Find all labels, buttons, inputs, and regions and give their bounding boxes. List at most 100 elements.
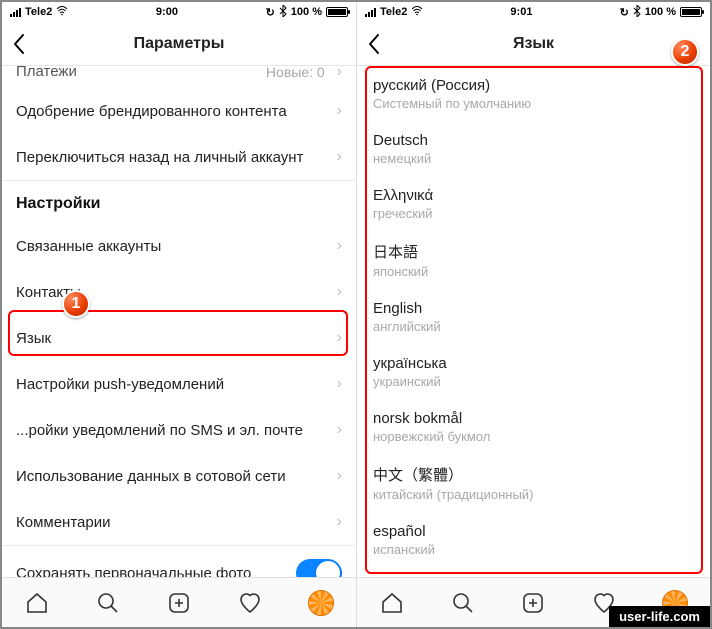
signal-icon	[10, 7, 21, 17]
tab-search[interactable]	[450, 590, 476, 616]
chevron-right-icon: ›	[337, 283, 342, 301]
row-label: Сохранять первоначальные фото	[16, 565, 251, 578]
row-original-photos[interactable]: Сохранять первоначальные фото	[2, 545, 356, 577]
chevron-right-icon: ›	[337, 102, 342, 120]
battery-text: 100 %	[291, 6, 322, 18]
language-primary: Ελληνικά	[373, 187, 694, 204]
row-label: Платежи	[16, 66, 77, 80]
signal-icon	[365, 7, 376, 17]
status-bar: Tele2 9:00 ↻ 100 %	[2, 2, 356, 22]
tab-profile[interactable]	[308, 590, 334, 616]
language-option-greek[interactable]: Ελληνικά греческий	[357, 176, 710, 231]
back-button[interactable]	[12, 22, 26, 65]
language-primary: 中文（繁體）	[373, 464, 694, 485]
language-primary: English	[373, 300, 694, 317]
tab-new-post[interactable]	[520, 590, 546, 616]
row-label: Язык	[16, 330, 51, 347]
tab-home[interactable]	[24, 590, 50, 616]
language-secondary: английский	[373, 319, 694, 334]
language-option-chinese-traditional[interactable]: 中文（繁體） китайский (традиционный)	[357, 454, 710, 512]
language-primary: 日本語	[373, 241, 694, 262]
row-sms-email-notifications[interactable]: ...ройки уведомлений по SMS и эл. почте …	[2, 407, 356, 453]
tab-activity[interactable]	[237, 590, 263, 616]
language-secondary: Системный по умолчанию	[373, 96, 694, 111]
chevron-right-icon: ›	[337, 421, 342, 439]
battery-icon	[680, 7, 702, 17]
page-title: Параметры	[134, 35, 225, 53]
language-primary: norsk bokmål	[373, 410, 694, 427]
tab-bar	[2, 577, 356, 627]
status-time: 9:00	[156, 6, 178, 18]
language-option-norsk[interactable]: norsk bokmål норвежский букмол	[357, 399, 710, 454]
language-option-ukrainian[interactable]: українська украинский	[357, 344, 710, 399]
language-list[interactable]: русский (Россия) Системный по умолчанию …	[357, 66, 710, 577]
wifi-icon	[411, 6, 423, 19]
language-secondary: китайский (традиционный)	[373, 487, 694, 502]
chevron-right-icon: ›	[337, 513, 342, 531]
row-contacts[interactable]: Контакты ›	[2, 269, 356, 315]
chevron-right-icon: ›	[337, 329, 342, 347]
language-secondary: греческий	[373, 206, 694, 221]
language-primary: українська	[373, 355, 694, 372]
phone-right-languages: Tele2 9:01 ↻ 100 % Язык русский (Россия)…	[356, 2, 710, 627]
row-comments[interactable]: Комментарии ›	[2, 499, 356, 545]
battery-text: 100 %	[645, 6, 676, 18]
language-secondary: японский	[373, 264, 694, 279]
wifi-icon	[56, 6, 68, 19]
row-label: Одобрение брендированного контента	[16, 103, 287, 120]
row-linked-accounts[interactable]: Связанные аккаунты ›	[2, 223, 356, 269]
carrier-label: Tele2	[25, 6, 52, 18]
row-meta: Новые: 0	[266, 66, 325, 80]
row-label: Использование данных в сотовой сети	[16, 468, 286, 485]
nav-bar: Язык	[357, 22, 710, 66]
language-primary: español	[373, 523, 694, 540]
orientation-lock-icon: ↻	[620, 6, 629, 19]
annotation-badge-1: 1	[62, 290, 90, 318]
bluetooth-icon	[279, 5, 287, 20]
row-label: Настройки push-уведомлений	[16, 376, 224, 393]
bluetooth-icon	[633, 5, 641, 20]
carrier-label: Tele2	[380, 6, 407, 18]
language-option-japanese[interactable]: 日本語 японский	[357, 231, 710, 289]
back-button[interactable]	[367, 22, 381, 65]
row-language[interactable]: Язык ›	[2, 315, 356, 361]
chevron-right-icon: ›	[337, 237, 342, 255]
language-secondary: испанский	[373, 542, 694, 557]
phone-left-settings: Tele2 9:00 ↻ 100 % Параметры Платежи Нов…	[2, 2, 356, 627]
row-label: Связанные аккаунты	[16, 238, 161, 255]
language-option-spanish[interactable]: español испанский	[357, 512, 710, 567]
language-option-russian[interactable]: русский (Россия) Системный по умолчанию	[357, 66, 710, 121]
row-cellular-data[interactable]: Использование данных в сотовой сети ›	[2, 453, 356, 499]
watermark: user-life.com	[609, 606, 710, 627]
row-branded-content[interactable]: Одобрение брендированного контента ›	[2, 88, 356, 134]
status-time: 9:01	[510, 6, 532, 18]
annotation-badge-2: 2	[671, 38, 699, 66]
tab-new-post[interactable]	[166, 590, 192, 616]
row-push-notifications[interactable]: Настройки push-уведомлений ›	[2, 361, 356, 407]
row-label: ...ройки уведомлений по SMS и эл. почте	[16, 422, 303, 439]
chevron-right-icon: ›	[337, 467, 342, 485]
page-title: Язык	[513, 35, 554, 53]
language-option-deutsch[interactable]: Deutsch немецкий	[357, 121, 710, 176]
chevron-right-icon: ›	[337, 66, 342, 81]
orientation-lock-icon: ↻	[266, 6, 275, 19]
row-label: Комментарии	[16, 514, 110, 531]
language-primary: русский (Россия)	[373, 77, 694, 94]
row-payments[interactable]: Платежи Новые: 0 ›	[2, 66, 356, 88]
row-switch-personal[interactable]: Переключиться назад на личный аккаунт ›	[2, 134, 356, 180]
toggle-original-photos[interactable]	[296, 559, 342, 577]
tab-search[interactable]	[95, 590, 121, 616]
language-secondary: немецкий	[373, 151, 694, 166]
status-bar: Tele2 9:01 ↻ 100 %	[357, 2, 710, 22]
chevron-right-icon: ›	[337, 375, 342, 393]
language-secondary: норвежский букмол	[373, 429, 694, 444]
row-label: Переключиться назад на личный аккаунт	[16, 149, 303, 166]
battery-icon	[326, 7, 348, 17]
tab-home[interactable]	[379, 590, 405, 616]
language-secondary: украинский	[373, 374, 694, 389]
nav-bar: Параметры	[2, 22, 356, 66]
profile-avatar-icon	[308, 590, 334, 616]
language-option-english[interactable]: English английский	[357, 289, 710, 344]
section-header-settings: Настройки	[2, 180, 356, 223]
settings-list[interactable]: Платежи Новые: 0 › Одобрение брендирован…	[2, 66, 356, 577]
